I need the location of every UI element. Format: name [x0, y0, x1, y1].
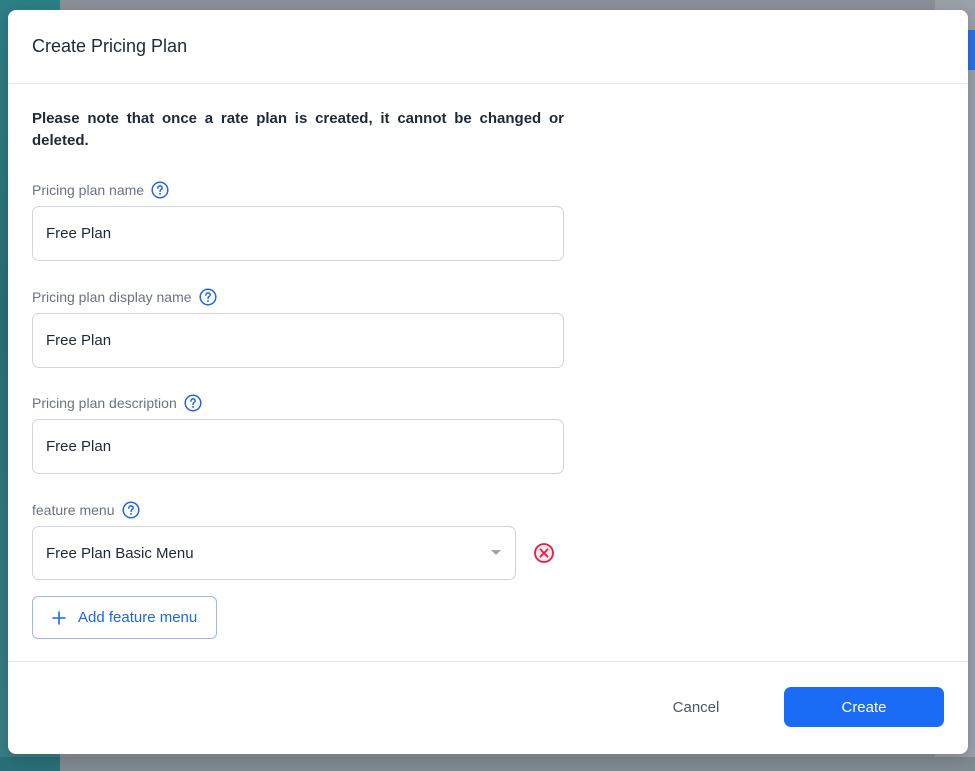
feature-menu-label-text: feature menu [32, 502, 115, 518]
plan-name-help-icon[interactable] [151, 181, 169, 199]
remove-circle-icon[interactable] [533, 542, 555, 564]
create-pricing-plan-modal: Create Pricing Plan Please note that onc… [8, 10, 968, 754]
description-help-icon[interactable] [184, 394, 202, 412]
feature-menu-select[interactable]: Free Plan Basic Menu [32, 526, 516, 580]
display-name-label: Pricing plan display name [32, 287, 217, 307]
plus-icon [52, 610, 66, 625]
create-button[interactable]: Create [784, 687, 944, 727]
backdrop-accent [967, 30, 975, 70]
feature-menu-label: feature menu [32, 500, 140, 520]
feature-menu-selected-value: Free Plan Basic Menu [46, 544, 194, 562]
notice-text: Please note that once a rate plan is cre… [32, 110, 564, 149]
cancel-button[interactable]: Cancel [660, 687, 732, 727]
feature-menu-help-icon[interactable] [121, 501, 140, 519]
modal-title: Create Pricing Plan [32, 36, 188, 56]
backdrop-bottom [0, 757, 975, 771]
plan-name-label: Pricing plan name [32, 180, 169, 200]
display-name-help-icon[interactable] [198, 288, 217, 306]
plan-name-label-text: Pricing plan name [32, 182, 145, 198]
add-feature-menu-label: Add feature menu [78, 609, 198, 626]
display-name-input[interactable] [32, 313, 564, 368]
chevron-down-icon [491, 550, 501, 555]
description-label: Pricing plan description [32, 393, 202, 413]
plan-name-input[interactable] [32, 206, 564, 261]
description-input[interactable] [32, 419, 564, 474]
description-label-text: Pricing plan description [32, 395, 177, 411]
modal-footer: Cancel Create [8, 662, 968, 754]
backdrop-bottom-accent [0, 757, 60, 771]
modal-header: Create Pricing Plan [8, 10, 968, 84]
modal-body: Please note that once a rate plan is cre… [8, 84, 968, 662]
display-name-label-text: Pricing plan display name [32, 289, 192, 305]
add-feature-menu-button[interactable]: Add feature menu [32, 596, 217, 639]
